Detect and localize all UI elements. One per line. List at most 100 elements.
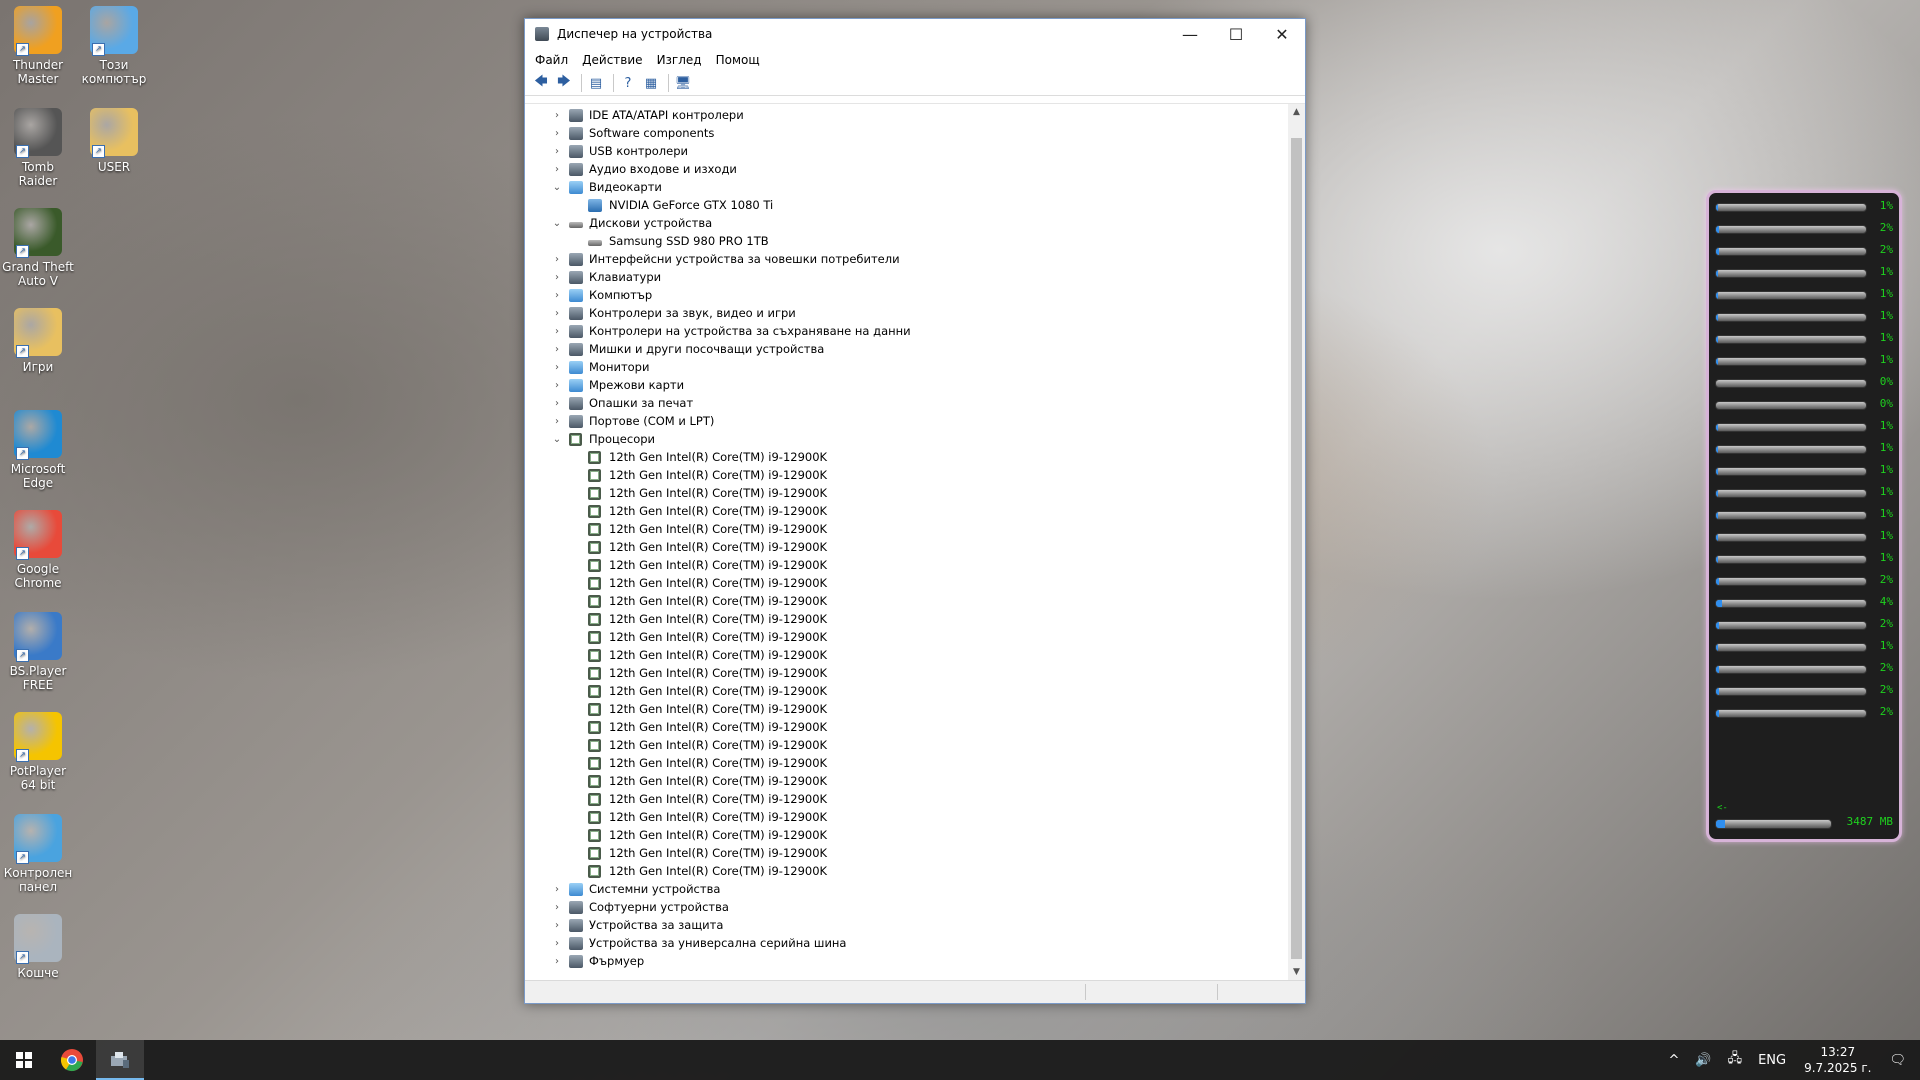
chevron-right-icon[interactable]: › bbox=[551, 272, 563, 283]
tree-device[interactable]: 12th Gen Intel(R) Core(TM) i9-12900K bbox=[525, 448, 1287, 466]
tree-device[interactable]: 12th Gen Intel(R) Core(TM) i9-12900K bbox=[525, 556, 1287, 574]
chevron-right-icon[interactable]: › bbox=[551, 884, 563, 895]
notification-icon[interactable]: 🗨 bbox=[1889, 1053, 1906, 1068]
tree-category[interactable]: › Опашки за печат bbox=[525, 394, 1287, 412]
tree-device[interactable]: 12th Gen Intel(R) Core(TM) i9-12900K bbox=[525, 538, 1287, 556]
scroll-thumb[interactable] bbox=[1291, 138, 1302, 959]
chevron-right-icon[interactable]: › bbox=[551, 344, 563, 355]
view-icon[interactable]: ▦ bbox=[641, 73, 661, 93]
tree-category[interactable]: › Устройства за защита bbox=[525, 916, 1287, 934]
properties-icon[interactable]: ▤ bbox=[586, 73, 606, 93]
tree-device[interactable]: 12th Gen Intel(R) Core(TM) i9-12900K bbox=[525, 718, 1287, 736]
scroll-down-icon[interactable]: ▼ bbox=[1288, 964, 1305, 981]
tree-device[interactable]: 12th Gen Intel(R) Core(TM) i9-12900K bbox=[525, 628, 1287, 646]
tree-device[interactable]: 12th Gen Intel(R) Core(TM) i9-12900K bbox=[525, 844, 1287, 862]
chevron-down-icon[interactable]: ⌄ bbox=[551, 218, 563, 229]
chevron-right-icon[interactable]: › bbox=[551, 326, 563, 337]
chevron-right-icon[interactable]: › bbox=[551, 416, 563, 427]
network-icon[interactable]: 🖧 bbox=[1728, 1049, 1743, 1071]
chevron-down-icon[interactable]: ⌄ bbox=[551, 434, 563, 445]
desktop-icon[interactable]: ↗ Microsoft Edge bbox=[2, 410, 74, 490]
chevron-right-icon[interactable]: › bbox=[551, 956, 563, 967]
desktop-icon[interactable]: ↗ PotPlayer 64 bit bbox=[2, 712, 74, 792]
chevron-right-icon[interactable]: › bbox=[551, 164, 563, 175]
minimize-button[interactable]: — bbox=[1167, 19, 1213, 49]
language-indicator[interactable]: ENG bbox=[1758, 1053, 1786, 1068]
tree-device[interactable]: 12th Gen Intel(R) Core(TM) i9-12900K bbox=[525, 592, 1287, 610]
tree-device[interactable]: 12th Gen Intel(R) Core(TM) i9-12900K bbox=[525, 862, 1287, 880]
chevron-right-icon[interactable]: › bbox=[551, 146, 563, 157]
chevron-right-icon[interactable]: › bbox=[551, 380, 563, 391]
chevron-right-icon[interactable]: › bbox=[551, 308, 563, 319]
tree-device[interactable]: 12th Gen Intel(R) Core(TM) i9-12900K bbox=[525, 754, 1287, 772]
help-icon[interactable]: ? bbox=[618, 73, 638, 93]
tree-device[interactable]: 12th Gen Intel(R) Core(TM) i9-12900K bbox=[525, 772, 1287, 790]
chevron-right-icon[interactable]: › bbox=[551, 290, 563, 301]
tree-device[interactable]: 12th Gen Intel(R) Core(TM) i9-12900K bbox=[525, 736, 1287, 754]
chevron-right-icon[interactable]: › bbox=[551, 110, 563, 121]
menu-action[interactable]: Действие bbox=[582, 53, 642, 67]
tree-category[interactable]: › Софтуерни устройства bbox=[525, 898, 1287, 916]
chevron-right-icon[interactable]: › bbox=[551, 920, 563, 931]
tree-device[interactable]: 12th Gen Intel(R) Core(TM) i9-12900K bbox=[525, 610, 1287, 628]
tree-device[interactable]: 12th Gen Intel(R) Core(TM) i9-12900K bbox=[525, 664, 1287, 682]
tree-category[interactable]: › Аудио входове и изходи bbox=[525, 160, 1287, 178]
title-bar[interactable]: Диспечер на устройства — ☐ ✕ bbox=[525, 19, 1305, 49]
tree-device[interactable]: 12th Gen Intel(R) Core(TM) i9-12900K bbox=[525, 520, 1287, 538]
menu-help[interactable]: Помощ bbox=[716, 53, 760, 67]
back-arrow-icon[interactable]: 🡄 bbox=[531, 73, 551, 93]
chevron-right-icon[interactable]: › bbox=[551, 938, 563, 949]
tree-device[interactable]: 12th Gen Intel(R) Core(TM) i9-12900K bbox=[525, 502, 1287, 520]
tree-device[interactable]: 12th Gen Intel(R) Core(TM) i9-12900K bbox=[525, 466, 1287, 484]
tree-device[interactable]: 12th Gen Intel(R) Core(TM) i9-12900K bbox=[525, 646, 1287, 664]
desktop-icon[interactable]: ↗ Кошче bbox=[2, 914, 74, 980]
tree-device[interactable]: NVIDIA GeForce GTX 1080 Ti bbox=[525, 196, 1287, 214]
tree-category[interactable]: › USB контролери bbox=[525, 142, 1287, 160]
chevron-down-icon[interactable]: ⌄ bbox=[551, 182, 563, 193]
desktop-icon[interactable]: ↗ Tomb Raider bbox=[2, 108, 74, 188]
tree-device[interactable]: 12th Gen Intel(R) Core(TM) i9-12900K bbox=[525, 808, 1287, 826]
tree-device[interactable]: Samsung SSD 980 PRO 1TB bbox=[525, 232, 1287, 250]
tree-device[interactable]: 12th Gen Intel(R) Core(TM) i9-12900K bbox=[525, 484, 1287, 502]
tree-category[interactable]: › Контролери на устройства за съхраняване… bbox=[525, 322, 1287, 340]
start-button[interactable] bbox=[0, 1040, 48, 1080]
desktop-icon[interactable]: ↗ USER bbox=[78, 108, 150, 174]
chevron-right-icon[interactable]: › bbox=[551, 128, 563, 139]
tree-device[interactable]: 12th Gen Intel(R) Core(TM) i9-12900K bbox=[525, 700, 1287, 718]
desktop-icon[interactable]: ↗ Grand Theft Auto V bbox=[2, 208, 74, 288]
tree-category[interactable]: › Software components bbox=[525, 124, 1287, 142]
chevron-right-icon[interactable]: › bbox=[551, 362, 563, 373]
desktop-icon[interactable]: ↗ Игри bbox=[2, 308, 74, 374]
volume-icon[interactable]: 🔊 bbox=[1695, 1053, 1711, 1068]
tree-category[interactable]: ⌄ Процесори bbox=[525, 430, 1287, 448]
tree-device[interactable]: 12th Gen Intel(R) Core(TM) i9-12900K bbox=[525, 790, 1287, 808]
vertical-scrollbar[interactable]: ▲ ▼ bbox=[1288, 104, 1305, 981]
menu-file[interactable]: Файл bbox=[535, 53, 568, 67]
menu-view[interactable]: Изглед bbox=[657, 53, 702, 67]
tree-device[interactable]: 12th Gen Intel(R) Core(TM) i9-12900K bbox=[525, 574, 1287, 592]
tree-device[interactable]: 12th Gen Intel(R) Core(TM) i9-12900K bbox=[525, 682, 1287, 700]
taskbar-device-manager-button[interactable] bbox=[96, 1040, 144, 1080]
desktop-icon[interactable]: ↗ Този компютър bbox=[78, 6, 150, 86]
close-button[interactable]: ✕ bbox=[1259, 19, 1305, 49]
chevron-right-icon[interactable]: › bbox=[551, 902, 563, 913]
tree-category[interactable]: › Контролери за звук, видео и игри bbox=[525, 304, 1287, 322]
desktop-icon[interactable]: ↗ Контролен панел bbox=[2, 814, 74, 894]
desktop-icon[interactable]: ↗ Thunder Master bbox=[2, 6, 74, 86]
cpu-usage-widget[interactable]: 1% 2% 2% 1% 1% 1% 1% 1% 0% 0% 1% 1% 1% 1% 1% 1% 1% 2% 4% 2%… bbox=[1706, 190, 1902, 842]
clock[interactable]: 13:27 9.7.2025 г. bbox=[1804, 1044, 1871, 1076]
scroll-up-icon[interactable]: ▲ bbox=[1288, 104, 1305, 121]
maximize-button[interactable]: ☐ bbox=[1213, 19, 1259, 49]
tree-category[interactable]: › Мишки и други посочващи устройства bbox=[525, 340, 1287, 358]
chevron-right-icon[interactable]: › bbox=[551, 254, 563, 265]
desktop-icon[interactable]: ↗ Google Chrome bbox=[2, 510, 74, 590]
tree-category[interactable]: › Портове (COM и LPT) bbox=[525, 412, 1287, 430]
tree-category[interactable]: › Устройства за универсална серийна шина bbox=[525, 934, 1287, 952]
tree-category[interactable]: › Системни устройства bbox=[525, 880, 1287, 898]
monitor-icon[interactable]: 🖥 bbox=[673, 73, 693, 93]
tree-category[interactable]: › Клавиатури bbox=[525, 268, 1287, 286]
desktop-icon[interactable]: ↗ BS.Player FREE bbox=[2, 612, 74, 692]
chevron-right-icon[interactable]: › bbox=[551, 398, 563, 409]
tree-category[interactable]: ⌄ Дискови устройства bbox=[525, 214, 1287, 232]
tree-category[interactable]: › Мрежови карти bbox=[525, 376, 1287, 394]
